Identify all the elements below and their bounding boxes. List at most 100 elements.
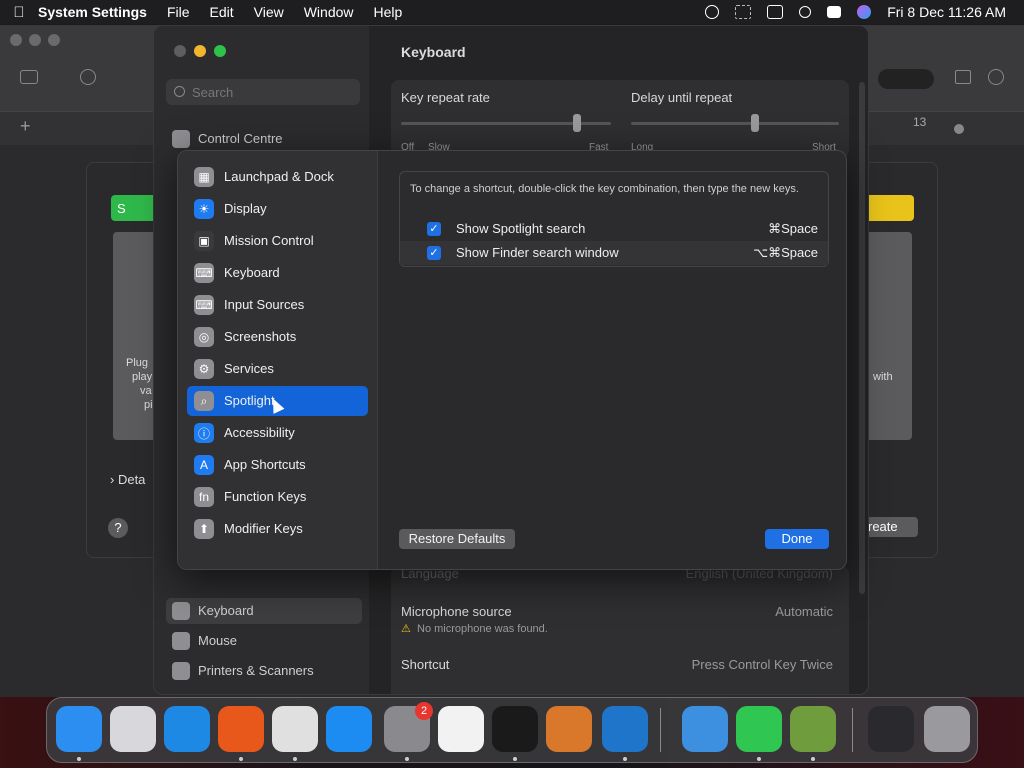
dock-app-store-icon[interactable] (326, 706, 372, 752)
sidebar-item-control-centre[interactable]: Control Centre (166, 126, 362, 152)
shortcut-category-app-shortcuts[interactable]: A App Shortcuts (187, 450, 368, 480)
shortcut-instructions: To change a shortcut, double-click the k… (410, 183, 799, 195)
shortcut-row-spotlight[interactable]: ✓ Show Spotlight search ⌘Space (400, 217, 828, 241)
siri-icon[interactable] (857, 5, 872, 19)
category-icon: ◎ (194, 327, 214, 347)
restore-defaults-button[interactable]: Restore Defaults (399, 529, 515, 549)
keyboard-icon (172, 602, 190, 620)
dock-running-indicator (757, 757, 761, 761)
bg-add-icon[interactable]: + (20, 116, 31, 137)
bg-minimize-button[interactable] (29, 34, 41, 46)
bg-toggle-icon[interactable] (878, 69, 934, 89)
bg-ruler-knob[interactable] (954, 124, 964, 134)
dock-vscode-icon[interactable] (602, 706, 648, 752)
show-finder-search-checkbox[interactable]: ✓ (427, 246, 441, 260)
shortcut-categories-list: ▦ Launchpad & Dock ☀ Display ▣ Mission Contro… (178, 151, 378, 569)
sidebar-item-printers[interactable]: Printers & Scanners (166, 658, 362, 684)
category-label: Input Sources (224, 297, 305, 312)
menu-app-name[interactable]: System Settings (38, 4, 147, 20)
key-repeat-rate-knob[interactable] (573, 114, 581, 132)
menu-help[interactable]: Help (374, 4, 403, 20)
shortcut-category-accessibility[interactable]: ⓘ Accessibility (187, 418, 368, 448)
search-icon[interactable] (799, 6, 812, 18)
menu-edit[interactable]: Edit (210, 4, 234, 20)
dock-safari-icon[interactable] (164, 706, 210, 752)
shortcut-category-input-sources[interactable]: ⌨ Input Sources (187, 290, 368, 320)
shortcut-keys[interactable]: ⌥⌘Space (753, 245, 818, 261)
delay-until-repeat-label: Delay until repeat (631, 90, 733, 105)
category-icon: ⚙ (194, 359, 214, 379)
bg-chat-icon[interactable] (988, 69, 1004, 85)
apple-menu-icon[interactable]:  (0, 4, 38, 21)
menu-view[interactable]: View (254, 4, 284, 20)
microphone-source-select[interactable]: Automatic (775, 604, 833, 619)
keyboard-shortcuts-sheet: ▦ Launchpad & Dock ☀ Display ▣ Mission Contro… (177, 150, 847, 570)
category-label: Keyboard (224, 265, 280, 280)
menu-window[interactable]: Window (304, 4, 354, 20)
dock-running-indicator (77, 757, 81, 761)
shortcut-category-function-keys[interactable]: fn Function Keys (187, 482, 368, 512)
delay-until-repeat-knob[interactable] (751, 114, 759, 132)
warning-icon: ⚠ (401, 623, 411, 635)
dock-separator (852, 708, 853, 752)
done-button[interactable]: Done (765, 529, 829, 549)
delay-until-repeat-slider[interactable] (631, 122, 839, 125)
shortcuts-box: To change a shortcut, double-click the k… (399, 171, 829, 267)
bg-details-disclosure[interactable]: › Deta (110, 472, 145, 487)
shortcut-category-mission-control[interactable]: ▣ Mission Control (187, 226, 368, 256)
bg-sidebar-icon[interactable] (955, 70, 971, 84)
dock-garageband-icon[interactable] (546, 706, 592, 752)
bg-help-icon[interactable] (80, 69, 96, 85)
bg-yellow-button[interactable] (864, 195, 914, 221)
category-icon: ⌕ (194, 391, 214, 411)
accessibility-status-icon[interactable] (705, 5, 720, 19)
shortcut-category-keyboard[interactable]: ⌨ Keyboard (187, 258, 368, 288)
close-button[interactable] (174, 45, 186, 57)
dock-minecraft-icon[interactable] (790, 706, 836, 752)
shortcut-label: Show Finder search window (456, 245, 619, 260)
category-icon: ⌨ (194, 263, 214, 283)
bg-toolbox-icon[interactable] (20, 70, 38, 84)
bg-zoom-button[interactable] (48, 34, 60, 46)
dock-screen-window-icon[interactable] (868, 706, 914, 752)
shortcut-category-services[interactable]: ⚙ Services (187, 354, 368, 384)
shortcut-label: Shortcut (401, 657, 450, 672)
dock-finder-icon[interactable] (56, 706, 102, 752)
sidebar-item-mouse[interactable]: Mouse (166, 628, 362, 654)
dock-textedit-icon[interactable] (438, 706, 484, 752)
dock-chrome-icon[interactable] (272, 706, 318, 752)
minimize-button[interactable] (194, 45, 206, 57)
dock-separator (660, 708, 661, 752)
window-stack-icon[interactable] (767, 5, 784, 19)
category-icon: fn (194, 487, 214, 507)
shortcut-select[interactable]: Press Control Key Twice (692, 657, 833, 672)
dock-terminal-icon[interactable] (492, 706, 538, 752)
menu-clock[interactable]: Fri 8 Dec 11:26 AM (887, 4, 1006, 20)
settings-search-input[interactable]: Search (166, 79, 360, 105)
bg-create-button[interactable]: reate (862, 517, 918, 537)
category-icon: ☀ (194, 199, 214, 219)
shortcut-row-finder-search[interactable]: ✓ Show Finder search window ⌥⌘Space (400, 241, 828, 265)
shortcut-category-display[interactable]: ☀ Display (187, 194, 368, 224)
bg-help-button[interactable]: ? (108, 518, 128, 538)
dock-firefox-icon[interactable] (218, 706, 264, 752)
menu-file[interactable]: File (167, 4, 190, 20)
show-spotlight-checkbox[interactable]: ✓ (427, 222, 441, 236)
dock-trash-icon[interactable] (924, 706, 970, 752)
control-centre-icon[interactable] (827, 6, 842, 18)
dock-weather-icon[interactable] (682, 706, 728, 752)
shortcut-category-launchpad-dock[interactable]: ▦ Launchpad & Dock (187, 162, 368, 192)
shortcut-label: Show Spotlight search (456, 221, 586, 236)
control-centre-icon (172, 130, 190, 148)
dock-running-indicator (293, 757, 297, 761)
sidebar-item-keyboard[interactable]: Keyboard (166, 598, 362, 624)
shortcut-category-modifier-keys[interactable]: ⬆ Modifier Keys (187, 514, 368, 544)
bg-close-button[interactable] (10, 34, 22, 46)
display-mirror-icon[interactable] (735, 5, 752, 19)
shortcut-category-screenshots[interactable]: ◎ Screenshots (187, 322, 368, 352)
zoom-button[interactable] (214, 45, 226, 57)
shortcut-keys[interactable]: ⌘Space (768, 221, 818, 237)
dock-launchpad-icon[interactable] (110, 706, 156, 752)
dock-facetime-icon[interactable] (736, 706, 782, 752)
settings-scrollbar[interactable] (859, 82, 865, 594)
